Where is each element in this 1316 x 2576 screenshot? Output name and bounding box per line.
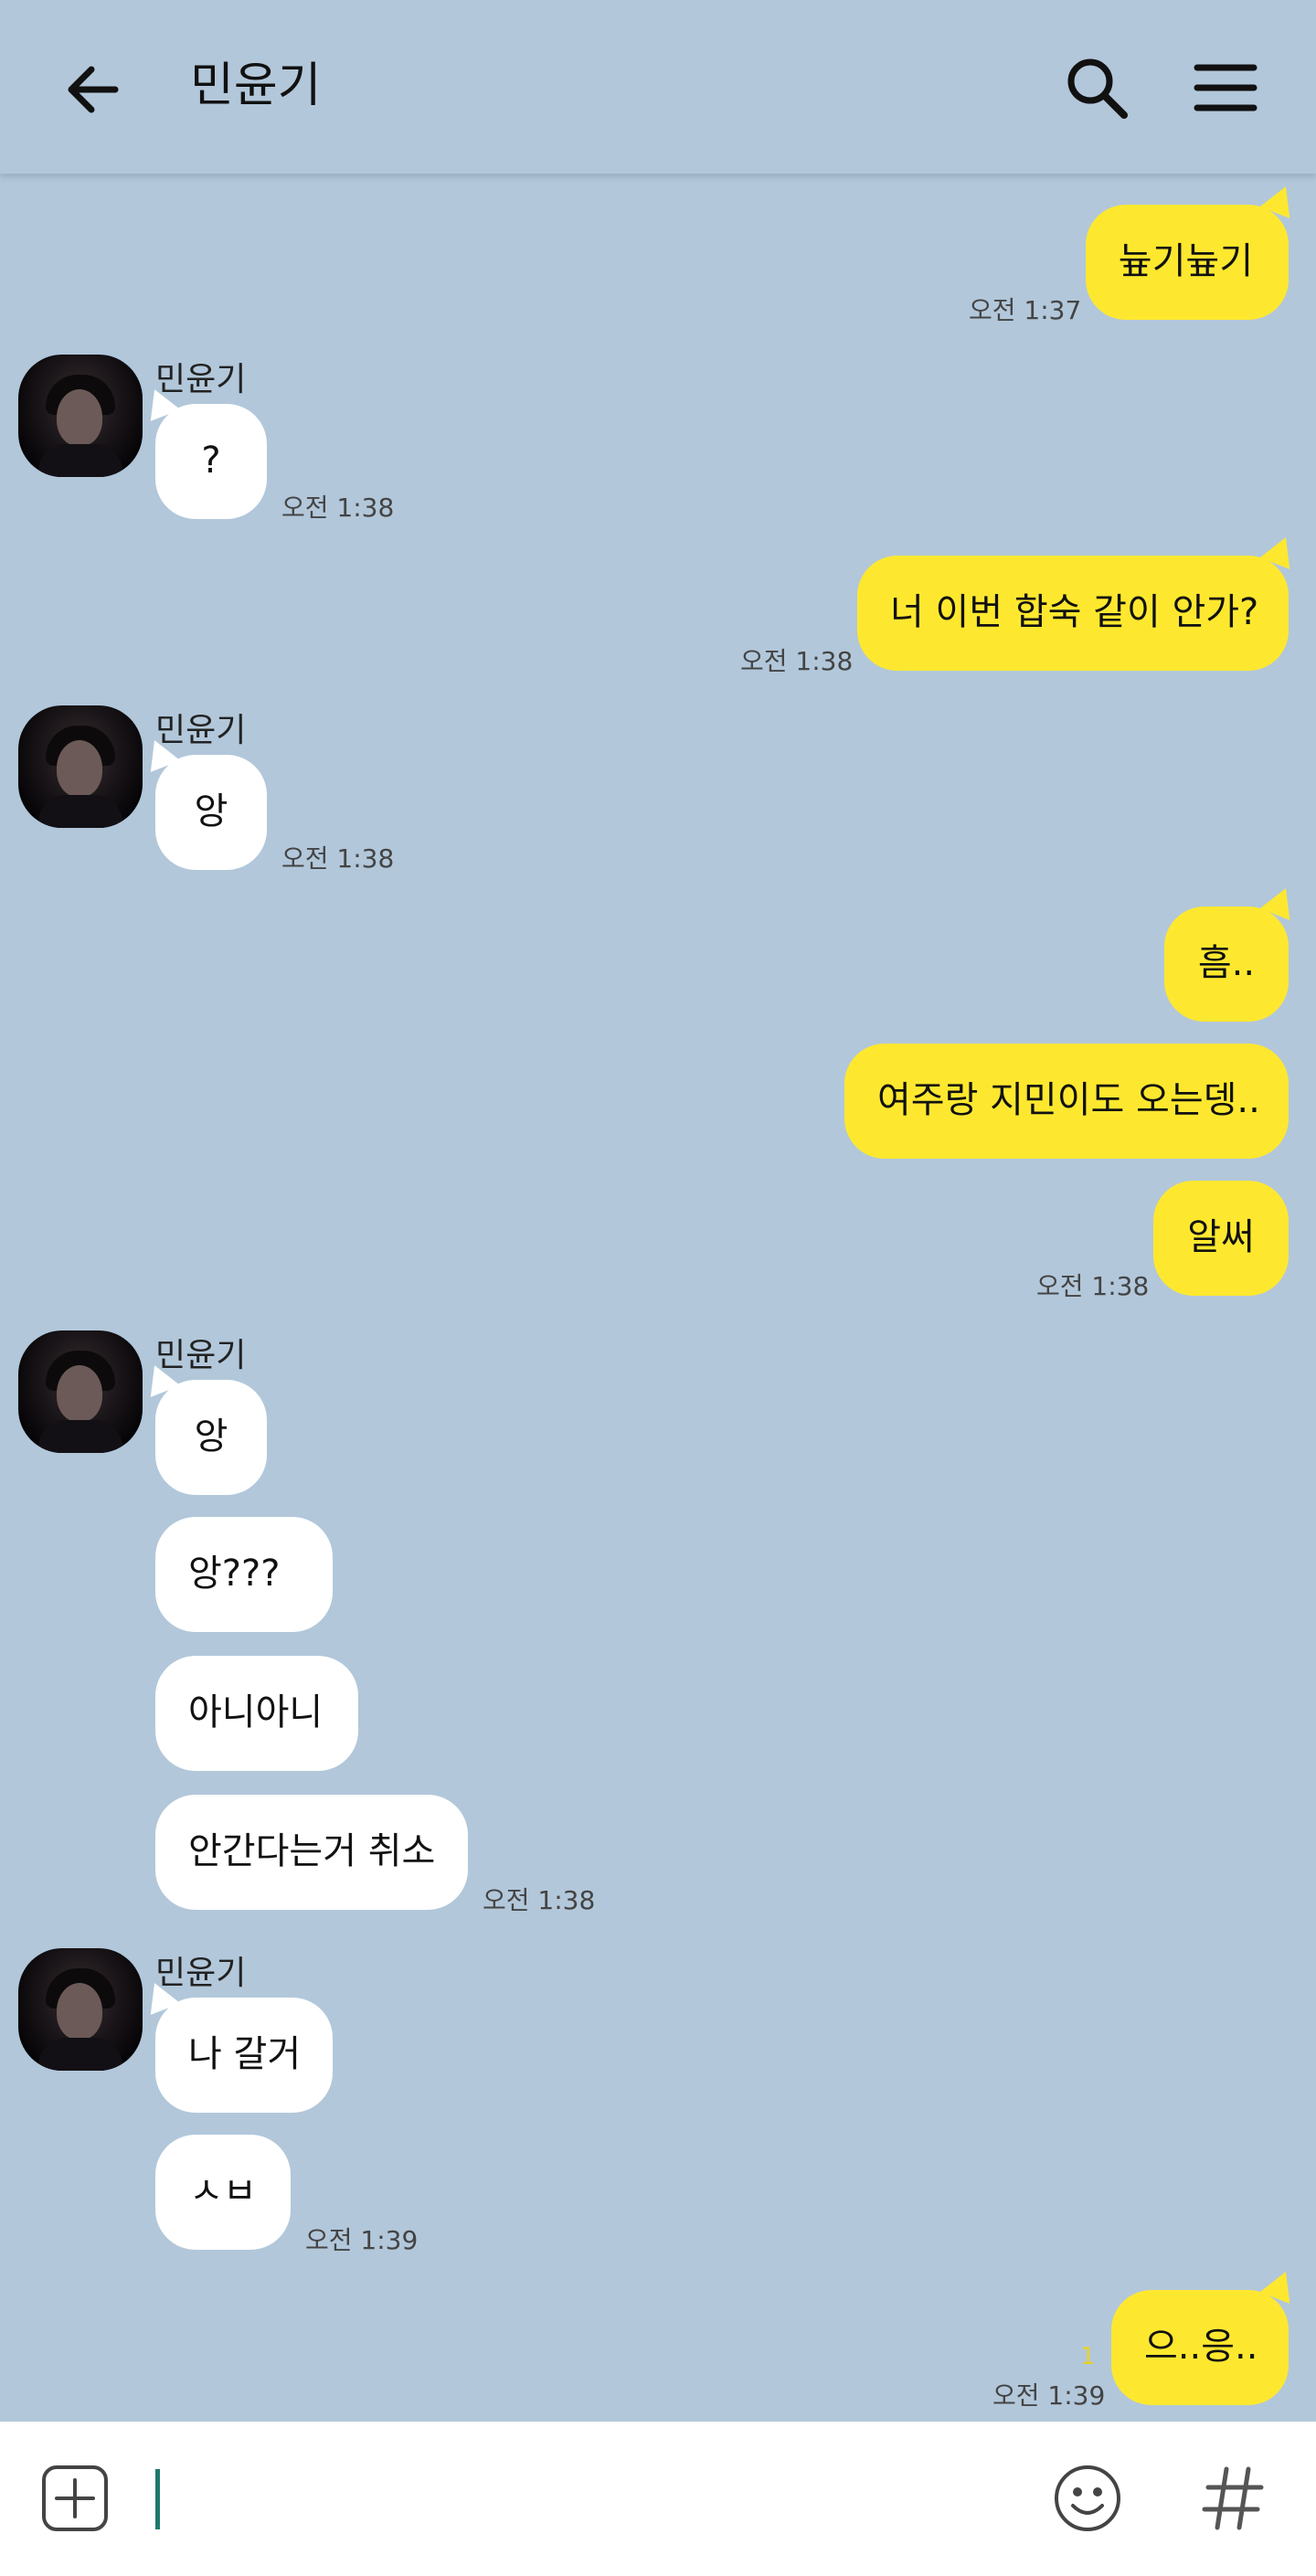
their-message[interactable]: 앙 bbox=[155, 1380, 267, 1495]
chat-header: 민윤기 bbox=[0, 0, 1316, 174]
message-time: 오전 1:37 bbox=[969, 295, 1082, 325]
message-time: 오전 1:39 bbox=[305, 2225, 419, 2255]
avatar[interactable] bbox=[18, 705, 143, 828]
avatar[interactable] bbox=[18, 1948, 143, 2071]
search-icon[interactable] bbox=[1060, 51, 1133, 124]
their-message[interactable]: 안간다는거 취소 bbox=[155, 1795, 468, 1910]
sender-name: 민윤기 bbox=[155, 361, 247, 398]
text-cursor[interactable] bbox=[155, 2469, 160, 2529]
my-message[interactable]: 여주랑 지민이도 오는뎅.. bbox=[844, 1044, 1289, 1159]
my-message[interactable]: 너 이번 합숙 같이 안가? bbox=[857, 556, 1289, 671]
their-message[interactable]: ? bbox=[155, 404, 267, 519]
their-message[interactable]: 나 갈거 bbox=[155, 1998, 333, 2113]
message-time: 오전 1:38 bbox=[281, 493, 395, 523]
message-time: 오전 1:38 bbox=[740, 646, 854, 676]
my-message[interactable]: 으..응.. bbox=[1111, 2290, 1289, 2405]
chat-title: 민윤기 bbox=[190, 58, 322, 113]
hash-icon[interactable] bbox=[1197, 2462, 1270, 2535]
unread-count: 1 bbox=[1080, 2343, 1096, 2370]
sender-name: 민윤기 bbox=[155, 1955, 247, 1992]
sender-name: 민윤기 bbox=[155, 1337, 247, 1374]
my-message[interactable]: 알써 bbox=[1153, 1181, 1289, 1296]
message-time: 오전 1:38 bbox=[1036, 1271, 1150, 1301]
message-time: 오전 1:38 bbox=[483, 1885, 596, 1915]
my-message[interactable]: 흠.. bbox=[1164, 906, 1289, 1022]
my-message[interactable]: 늎기늎기 bbox=[1086, 205, 1289, 320]
arrow-left-icon[interactable] bbox=[57, 53, 130, 126]
sender-name: 민윤기 bbox=[155, 712, 247, 749]
message-input-bar bbox=[0, 2422, 1316, 2576]
their-message[interactable]: 앙 bbox=[155, 755, 267, 870]
their-message[interactable]: 아니아니 bbox=[155, 1656, 358, 1771]
menu-icon[interactable] bbox=[1188, 51, 1261, 124]
their-message[interactable]: 앙??? bbox=[155, 1517, 333, 1632]
message-time: 오전 1:39 bbox=[992, 2380, 1106, 2411]
avatar[interactable] bbox=[18, 1330, 143, 1453]
message-time: 오전 1:38 bbox=[281, 843, 395, 874]
plus-square-icon[interactable] bbox=[40, 2464, 110, 2533]
avatar[interactable] bbox=[18, 355, 143, 477]
their-message[interactable]: ㅅㅂ bbox=[155, 2135, 291, 2250]
emoji-icon[interactable] bbox=[1051, 2462, 1124, 2535]
